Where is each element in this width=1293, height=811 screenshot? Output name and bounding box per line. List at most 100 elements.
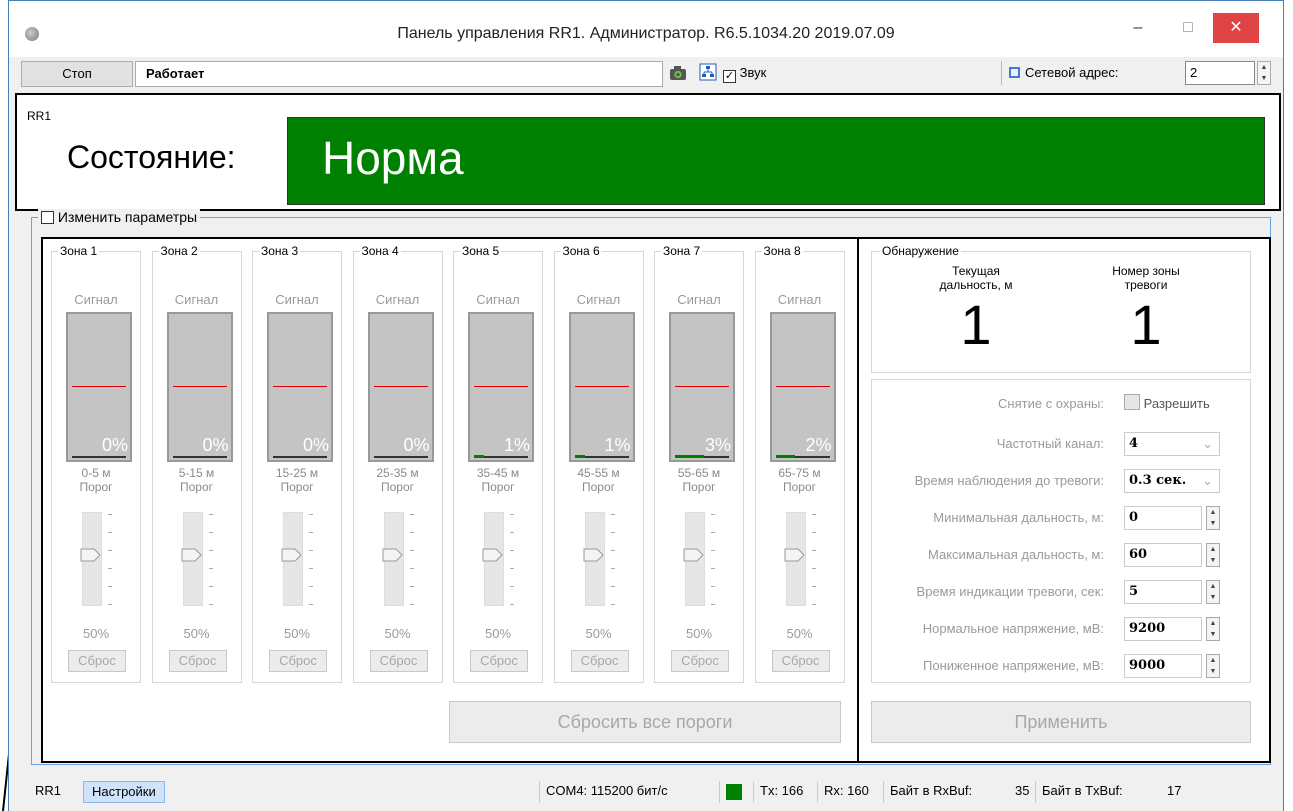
slider-tick [510, 568, 514, 569]
zone-threshold-percent: 50% [283, 626, 311, 641]
zone-threshold-thumb[interactable] [281, 548, 303, 562]
close-button[interactable]: ✕ [1213, 13, 1259, 43]
zone-reset-button[interactable]: Сброс [470, 650, 528, 672]
maximize-button[interactable]: □ [1165, 13, 1211, 43]
setting-value: 5 [1129, 584, 1139, 599]
setting-input[interactable]: 0 [1124, 506, 1202, 530]
allow-disarm-checkbox[interactable]: Разрешить [1124, 394, 1210, 411]
toolbar: Стоп Работает ✓ Звук Сетевой адрес: 2 ▲ ▼ [9, 57, 1283, 89]
setting-label: Пониженное напряжение, мВ: [923, 658, 1104, 673]
setting-input[interactable]: 9200 [1124, 617, 1202, 641]
setting-input[interactable]: 5 [1124, 580, 1202, 604]
zone-reset-button[interactable]: Сброс [168, 650, 227, 672]
slider-tick [409, 532, 414, 533]
zone-threshold-label: Порог [380, 480, 415, 494]
zone-threshold-thumb[interactable] [683, 548, 705, 562]
sound-label: Звук [739, 65, 767, 80]
slider-tick [108, 586, 112, 587]
setting-spinner[interactable]: ▲ ▼ [1206, 580, 1220, 604]
link-indicator [726, 784, 742, 800]
detection-group: Обнаружение Текущая дальность, м 1 Номер… [871, 244, 1251, 373]
zone-range-value: 35-45 м [476, 466, 520, 480]
zone-signal-label: Сигнал [275, 292, 319, 307]
com-port-status: COM4: 115200 бит/с [539, 781, 719, 803]
slider-tick [811, 514, 816, 515]
distance-caption: Текущая дальность, м [939, 264, 1013, 292]
title-bar: Панель управления RR1. Администратор. R6… [9, 1, 1283, 57]
camera-icon[interactable] [669, 65, 687, 81]
rr1-group-title: RR1 [27, 109, 52, 123]
zone-reset-button[interactable]: Сброс [671, 650, 729, 672]
slider-tick [108, 568, 112, 569]
setting-input[interactable]: 9000 [1124, 654, 1202, 678]
zone-threshold-thumb[interactable] [784, 548, 806, 562]
zone-reset-button[interactable]: Сброс [68, 650, 126, 672]
zone-threshold-line [474, 386, 528, 387]
zone-slider-ticks [108, 514, 114, 608]
zone-range-value: 15-25 м [275, 466, 319, 480]
network-address-spinner[interactable]: ▲ ▼ [1257, 61, 1271, 85]
slider-tick [711, 514, 715, 515]
stop-button[interactable]: Стоп [21, 61, 133, 87]
zone-signal-percent: 2% [805, 435, 832, 455]
sound-checkbox[interactable]: ✓ Звук [723, 65, 766, 83]
zone-reset-button[interactable]: Сброс [369, 650, 428, 672]
setting-input[interactable]: 60 [1124, 543, 1202, 567]
zone-threshold-line [373, 386, 428, 387]
status-field: Работает [135, 61, 663, 87]
sound-check-icon: ✓ [723, 70, 736, 83]
slider-tick [610, 586, 615, 587]
zone-threshold-percent: 50% [685, 626, 713, 641]
network-tree-icon[interactable] [699, 63, 717, 81]
zone-threshold-thumb[interactable] [382, 548, 404, 562]
setting-dropdown[interactable]: 4 ⌄ [1124, 432, 1220, 456]
zone-threshold-thumb[interactable] [181, 548, 203, 562]
slider-tick [711, 604, 715, 605]
setting-dropdown[interactable]: 0.3 сек. ⌄ [1124, 469, 1220, 493]
zone-signal-bar: 0% [66, 312, 132, 462]
setting-value: 60 [1129, 547, 1148, 562]
change-params-label: Изменить параметры [57, 209, 198, 225]
setting-label: Время наблюдения до тревоги: [914, 473, 1104, 488]
setting-label: Нормальное напряжение, мВ: [922, 621, 1104, 636]
network-address-input[interactable]: 2 [1185, 61, 1255, 85]
change-params-checkbox[interactable]: Изменить параметры [38, 209, 201, 225]
status-bar: RR1 Настройки COM4: 115200 бит/с Tx: 166… [9, 773, 1283, 811]
zone-reset-button[interactable]: Сброс [771, 650, 830, 672]
zone-signal-label: Сигнал [174, 292, 219, 307]
network-address-label-group: Сетевой адрес: [1009, 65, 1118, 80]
apply-button[interactable]: Применить [871, 701, 1251, 743]
change-params-check-icon [41, 211, 54, 224]
setting-spinner[interactable]: ▲ ▼ [1206, 617, 1220, 641]
zone-title: Зона 1 [58, 244, 100, 258]
setting-spinner[interactable]: ▲ ▼ [1206, 654, 1220, 678]
minimize-button[interactable]: – [1115, 13, 1161, 43]
zone-threshold-label: Порог [782, 480, 817, 494]
tab-rr1[interactable]: RR1 [27, 781, 69, 803]
tab-settings[interactable]: Настройки [83, 781, 165, 803]
zone-range-value: 0-5 м [81, 466, 111, 480]
zone-threshold-thumb[interactable] [482, 548, 504, 562]
zone-reset-button[interactable]: Сброс [570, 650, 629, 672]
setting-spinner[interactable]: ▲ ▼ [1206, 506, 1220, 530]
chevron-down-icon: ⌄ [1202, 473, 1213, 488]
zone-signal-label: Сигнал [576, 292, 621, 307]
zone-threshold-thumb[interactable] [80, 548, 102, 562]
slider-tick [309, 586, 313, 587]
setting-label: Максимальная дальность, м: [928, 547, 1104, 562]
reset-all-thresholds-button[interactable]: Сбросить все пороги [449, 701, 841, 743]
state-indicator: Норма [287, 117, 1265, 205]
zone-signal-fill [474, 455, 484, 458]
setting-spinner[interactable]: ▲ ▼ [1206, 543, 1220, 567]
slider-tick [208, 568, 213, 569]
detection-group-title: Обнаружение [880, 244, 961, 258]
zone-threshold-thumb[interactable] [583, 548, 605, 562]
slider-tick [409, 586, 414, 587]
slider-tick [208, 586, 213, 587]
slider-tick [309, 550, 313, 551]
slider-tick [208, 550, 213, 551]
zone-range: 5-15 м Порог [153, 466, 241, 494]
slider-tick [610, 514, 615, 515]
zone-signal-label: Сигнал [777, 292, 822, 307]
zone-reset-button[interactable]: Сброс [269, 650, 327, 672]
